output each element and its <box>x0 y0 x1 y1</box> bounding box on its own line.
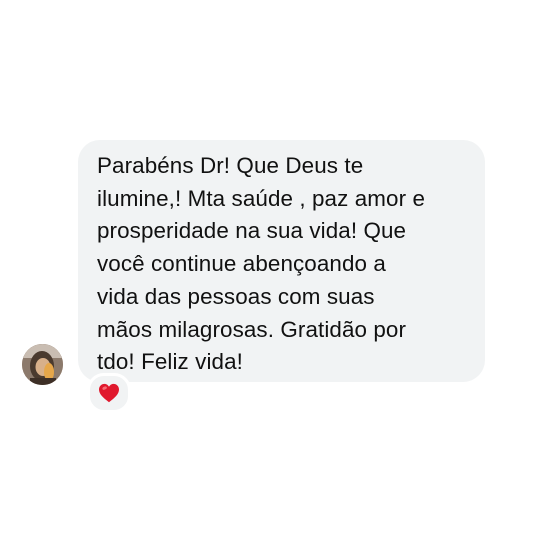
message-line: tdo! Feliz vida! <box>97 349 243 375</box>
message-line: vida das pessoas com suas <box>97 283 375 309</box>
message-bubble[interactable]: Parabéns Dr! Que Deus te ilumine,! Mta s… <box>78 140 485 382</box>
message-line: Parabéns Dr! Que Deus te <box>97 153 364 178</box>
reaction-badge[interactable] <box>87 373 131 413</box>
red-heart-icon <box>99 383 119 403</box>
chat-view: Parabéns Dr! Que Deus te ilumine,! Mta s… <box>0 0 550 550</box>
sender-avatar[interactable] <box>22 344 63 385</box>
message-line: mãos milagrosas. Gratidão por <box>97 316 407 342</box>
message-line: ilumine,! Mta saúde , paz amor e <box>97 185 426 211</box>
message-line: prosperidade na sua vida! Que <box>97 218 407 244</box>
profile-photo-icon <box>22 344 63 385</box>
message-text: Parabéns Dr! Que Deus te ilumine,! Mta s… <box>97 150 465 379</box>
message-line: você continue abençoando a <box>97 251 386 277</box>
